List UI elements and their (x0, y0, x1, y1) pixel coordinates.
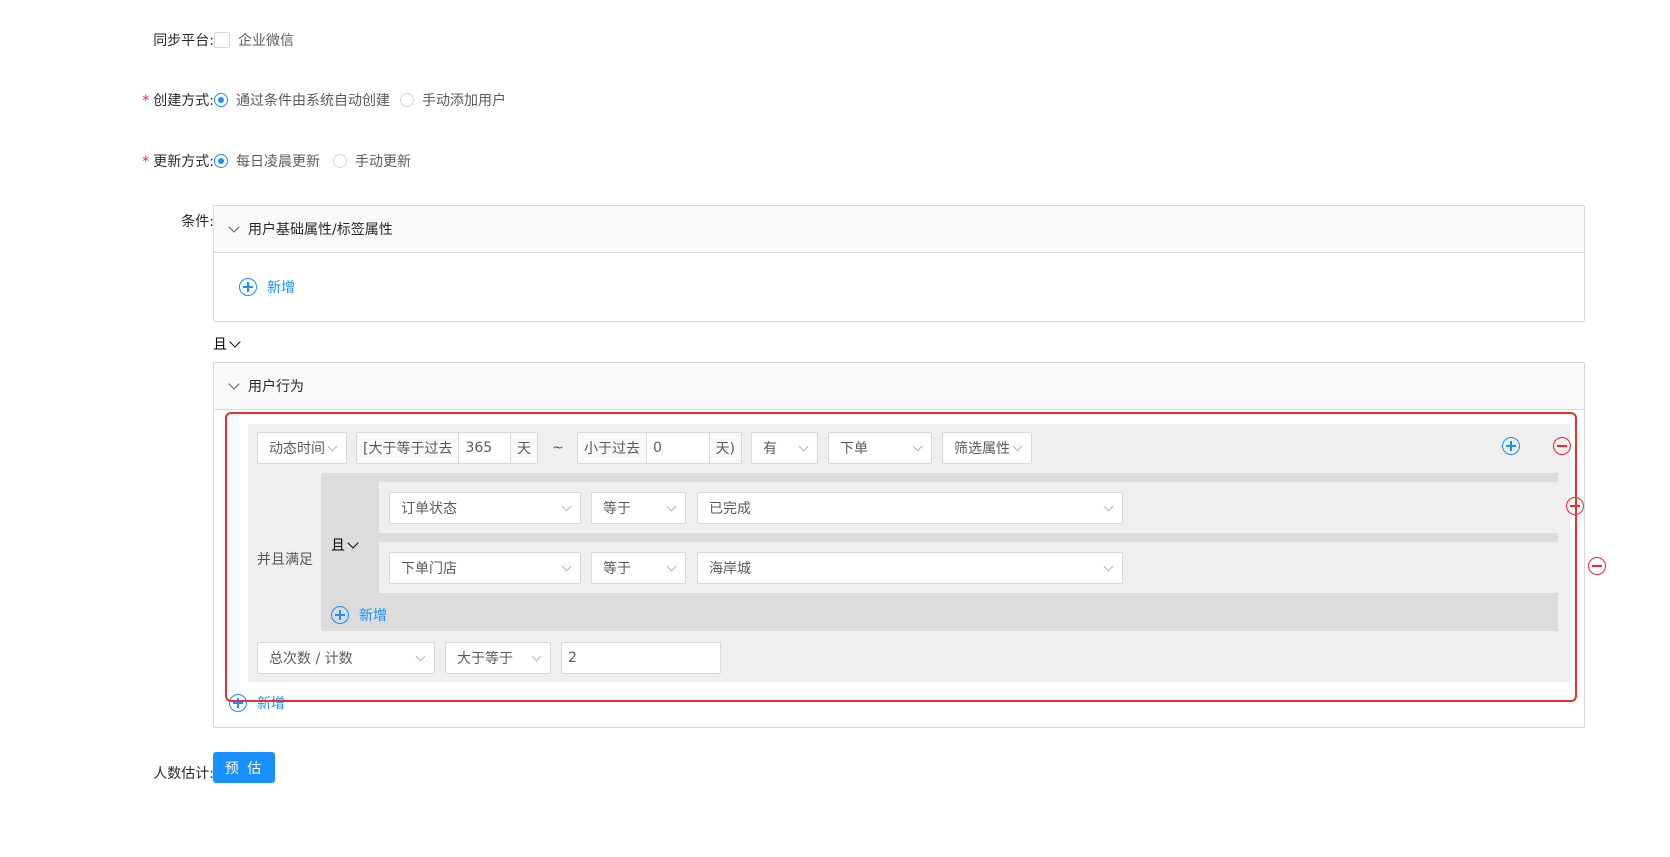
wecom-checkbox-label: 企业微信 (238, 33, 294, 49)
create-manual-label: 手动添加用户 (422, 93, 506, 109)
update-method-label: * 更新方式: (142, 154, 214, 170)
wecom-checkbox-option[interactable]: 企业微信 (214, 30, 294, 50)
wecom-checkbox[interactable] (214, 32, 230, 48)
update-daily-radio[interactable] (214, 154, 228, 168)
update-daily-label: 每日凌晨更新 (236, 154, 320, 170)
remove-sub-condition-icon[interactable] (1588, 557, 1607, 575)
create-manual-radio[interactable] (400, 93, 414, 107)
estimate-label: 人数估计: (153, 766, 214, 782)
required-mark: * (142, 93, 150, 109)
create-auto-radio[interactable] (214, 93, 228, 107)
required-mark: * (142, 154, 150, 170)
user-attributes-panel-header[interactable]: 用户基础属性/标签属性 (214, 206, 1584, 253)
chevron-down-icon (228, 221, 240, 233)
plus-circle-icon (239, 278, 257, 296)
user-behavior-panel-header[interactable]: 用户行为 (214, 363, 1584, 410)
chevron-down-icon (229, 336, 241, 348)
add-label: 新增 (267, 280, 295, 296)
estimate-button[interactable]: 预 估 (213, 752, 275, 783)
update-manual-radio[interactable] (333, 154, 347, 168)
update-manual-radio-option[interactable]: 手动更新 (333, 151, 411, 171)
user-behavior-panel-title: 用户行为 (248, 379, 304, 395)
user-attributes-panel-title: 用户基础属性/标签属性 (248, 222, 393, 238)
logic-operator-label: 且 (213, 337, 227, 353)
highlight-annotation-box (225, 412, 1577, 702)
create-manual-radio-option[interactable]: 手动添加用户 (400, 90, 506, 110)
create-auto-radio-option[interactable]: 通过条件由系统自动创建 (214, 90, 390, 110)
sync-platform-label: 同步平台: (153, 33, 214, 49)
update-daily-radio-option[interactable]: 每日凌晨更新 (214, 151, 320, 171)
create-method-label: * 创建方式: (142, 93, 214, 109)
user-attributes-add-button[interactable]: 新增 (239, 277, 295, 297)
logic-operator-select[interactable]: 且 (213, 334, 241, 354)
create-auto-label: 通过条件由系统自动创建 (236, 93, 390, 109)
conditions-label: 条件: (181, 214, 214, 230)
chevron-down-icon (228, 378, 240, 390)
user-attributes-panel: 用户基础属性/标签属性 新增 (213, 205, 1585, 322)
update-manual-label: 手动更新 (355, 154, 411, 170)
